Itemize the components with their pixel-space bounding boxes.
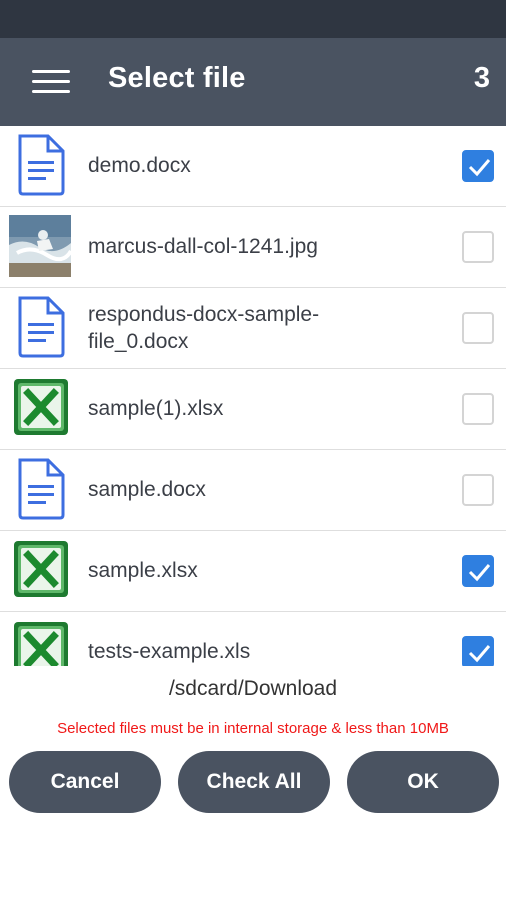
ok-button[interactable]: OK [347, 751, 499, 813]
check-all-button[interactable]: Check All [178, 751, 330, 813]
file-name: tests-example.xls [88, 640, 251, 663]
file-checkbox[interactable] [462, 636, 494, 666]
file-row-respondus-docx[interactable]: respondus-docx-sample- file_0.docx [0, 288, 506, 369]
document-icon [14, 295, 68, 359]
file-name: demo.docx [88, 154, 191, 177]
status-bar [0, 0, 506, 38]
current-directory-path: /sdcard/Download [168, 677, 338, 700]
file-list[interactable]: demo.docx marcus-dall-col-1241.jpg respo… [0, 126, 506, 666]
file-name: marcus-dall-col-1241.jpg [88, 235, 318, 258]
file-checkbox[interactable] [462, 474, 494, 506]
hamburger-menu-icon[interactable] [28, 64, 74, 100]
file-name: sample.xlsx [88, 559, 198, 582]
file-checkbox[interactable] [462, 555, 494, 587]
selected-count: 3 [473, 62, 490, 94]
app-bar: Select file 3 [0, 38, 506, 126]
cancel-button[interactable]: Cancel [9, 751, 161, 813]
file-row-sample-xlsx[interactable]: sample.xlsx [0, 531, 506, 612]
file-name: respondus-docx-sample- file_0.docx [88, 301, 408, 355]
file-row-demo-docx[interactable]: demo.docx [0, 126, 506, 207]
excel-icon [12, 377, 70, 437]
file-name-line2: file_0.docx [88, 330, 189, 353]
file-row-sample-docx[interactable]: sample.docx [0, 450, 506, 531]
file-checkbox[interactable] [462, 231, 494, 263]
file-checkbox[interactable] [462, 150, 494, 182]
file-name: sample(1).xlsx [88, 397, 224, 420]
excel-icon [12, 620, 70, 666]
file-row-tests-example-xls[interactable]: tests-example.xls [0, 612, 506, 666]
document-icon [14, 457, 68, 521]
file-row-marcus-jpg[interactable]: marcus-dall-col-1241.jpg [0, 207, 506, 288]
page-title: Select file [108, 62, 246, 94]
file-name: sample.docx [88, 478, 206, 501]
excel-icon [12, 539, 70, 599]
image-thumbnail [9, 215, 71, 277]
file-row-sample1-xlsx[interactable]: sample(1).xlsx [0, 369, 506, 450]
file-checkbox[interactable] [462, 312, 494, 344]
size-warning: Selected files must be in internal stora… [57, 720, 449, 737]
document-icon [14, 133, 68, 197]
file-checkbox[interactable] [462, 393, 494, 425]
file-name-line1: respondus-docx-sample- [88, 303, 320, 326]
